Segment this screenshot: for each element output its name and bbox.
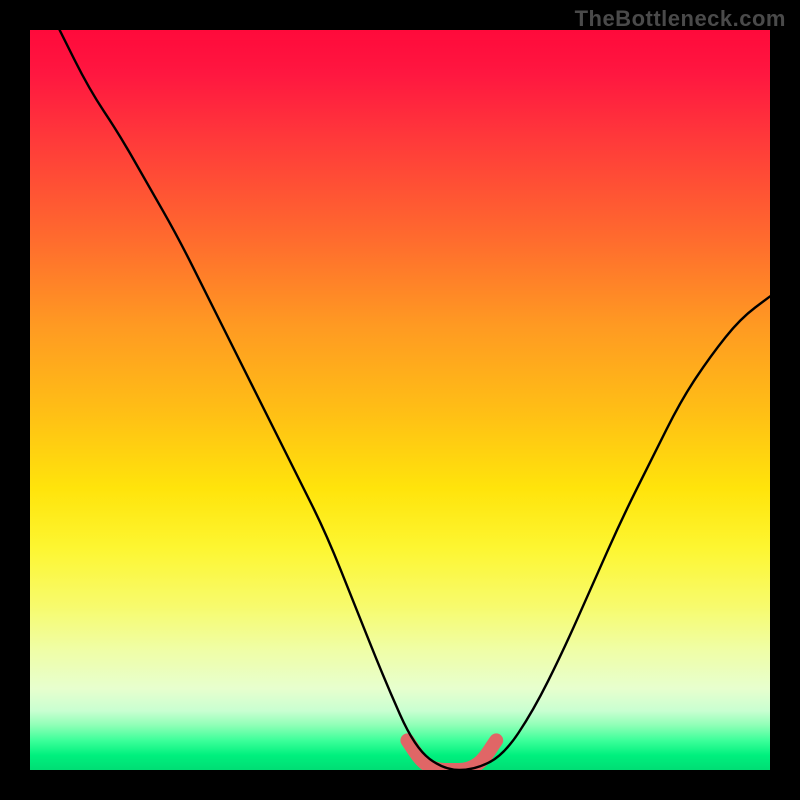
plot-area [30,30,770,770]
bottleneck-curve-path [60,30,770,770]
watermark-text: TheBottleneck.com [575,6,786,32]
chart-stage: TheBottleneck.com [0,0,800,800]
curve-layer [30,30,770,770]
